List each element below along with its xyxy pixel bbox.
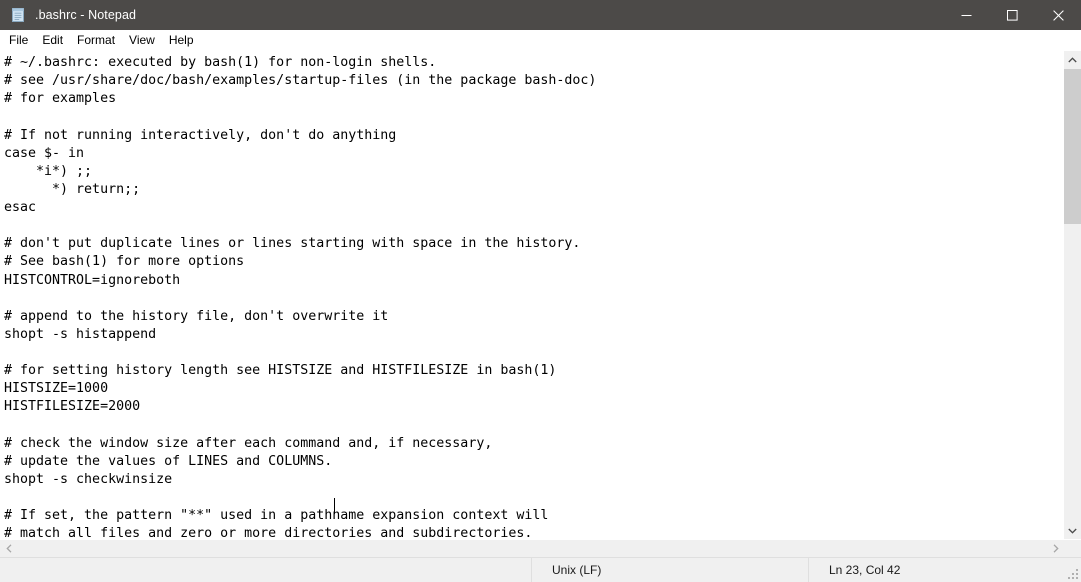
status-line-ending: Unix (LF) [531, 558, 808, 582]
minimize-icon [961, 14, 971, 16]
resize-grip[interactable] [1068, 569, 1078, 579]
status-zoom [0, 558, 531, 582]
title-bar: .bashrc - Notepad [0, 0, 1081, 30]
text-caret [334, 498, 335, 514]
text-editor[interactable]: # ~/.bashrc: executed by bash(1) for non… [0, 51, 1063, 539]
notepad-window: .bashrc - Notepad File Edit Format View … [0, 0, 1081, 582]
notepad-icon [10, 7, 26, 23]
minimize-button[interactable] [943, 0, 989, 30]
chevron-down-icon [1068, 528, 1077, 534]
status-bar: Unix (LF) Ln 23, Col 42 [0, 557, 1081, 582]
vertical-scrollbar-thumb[interactable] [1064, 69, 1081, 224]
horizontal-scrollbar[interactable] [0, 539, 1081, 557]
chevron-left-icon [5, 544, 11, 553]
menu-bar: File Edit Format View Help [0, 30, 1081, 51]
editor-content: # ~/.bashrc: executed by bash(1) for non… [4, 55, 597, 539]
menu-item-view[interactable]: View [122, 31, 162, 50]
window-controls [943, 0, 1081, 30]
maximize-icon [1006, 9, 1018, 21]
scroll-right-button[interactable] [1047, 540, 1064, 557]
scrollbar-corner [1064, 540, 1081, 557]
maximize-button[interactable] [989, 0, 1035, 30]
horizontal-scrollbar-track[interactable] [17, 540, 1047, 557]
close-icon [1052, 9, 1064, 21]
menu-item-format[interactable]: Format [70, 31, 122, 50]
status-cursor-position: Ln 23, Col 42 [808, 558, 1081, 582]
scroll-left-button[interactable] [0, 540, 17, 557]
window-title: .bashrc - Notepad [35, 8, 137, 22]
scroll-up-button[interactable] [1064, 51, 1081, 68]
menu-item-file[interactable]: File [2, 31, 35, 50]
scroll-down-button[interactable] [1064, 522, 1081, 539]
chevron-right-icon [1053, 544, 1059, 553]
chevron-up-icon [1068, 56, 1077, 62]
editor-row: # ~/.bashrc: executed by bash(1) for non… [0, 51, 1081, 539]
menu-item-edit[interactable]: Edit [35, 31, 70, 50]
close-button[interactable] [1035, 0, 1081, 30]
vertical-scrollbar[interactable] [1063, 51, 1081, 539]
menu-item-help[interactable]: Help [162, 31, 201, 50]
